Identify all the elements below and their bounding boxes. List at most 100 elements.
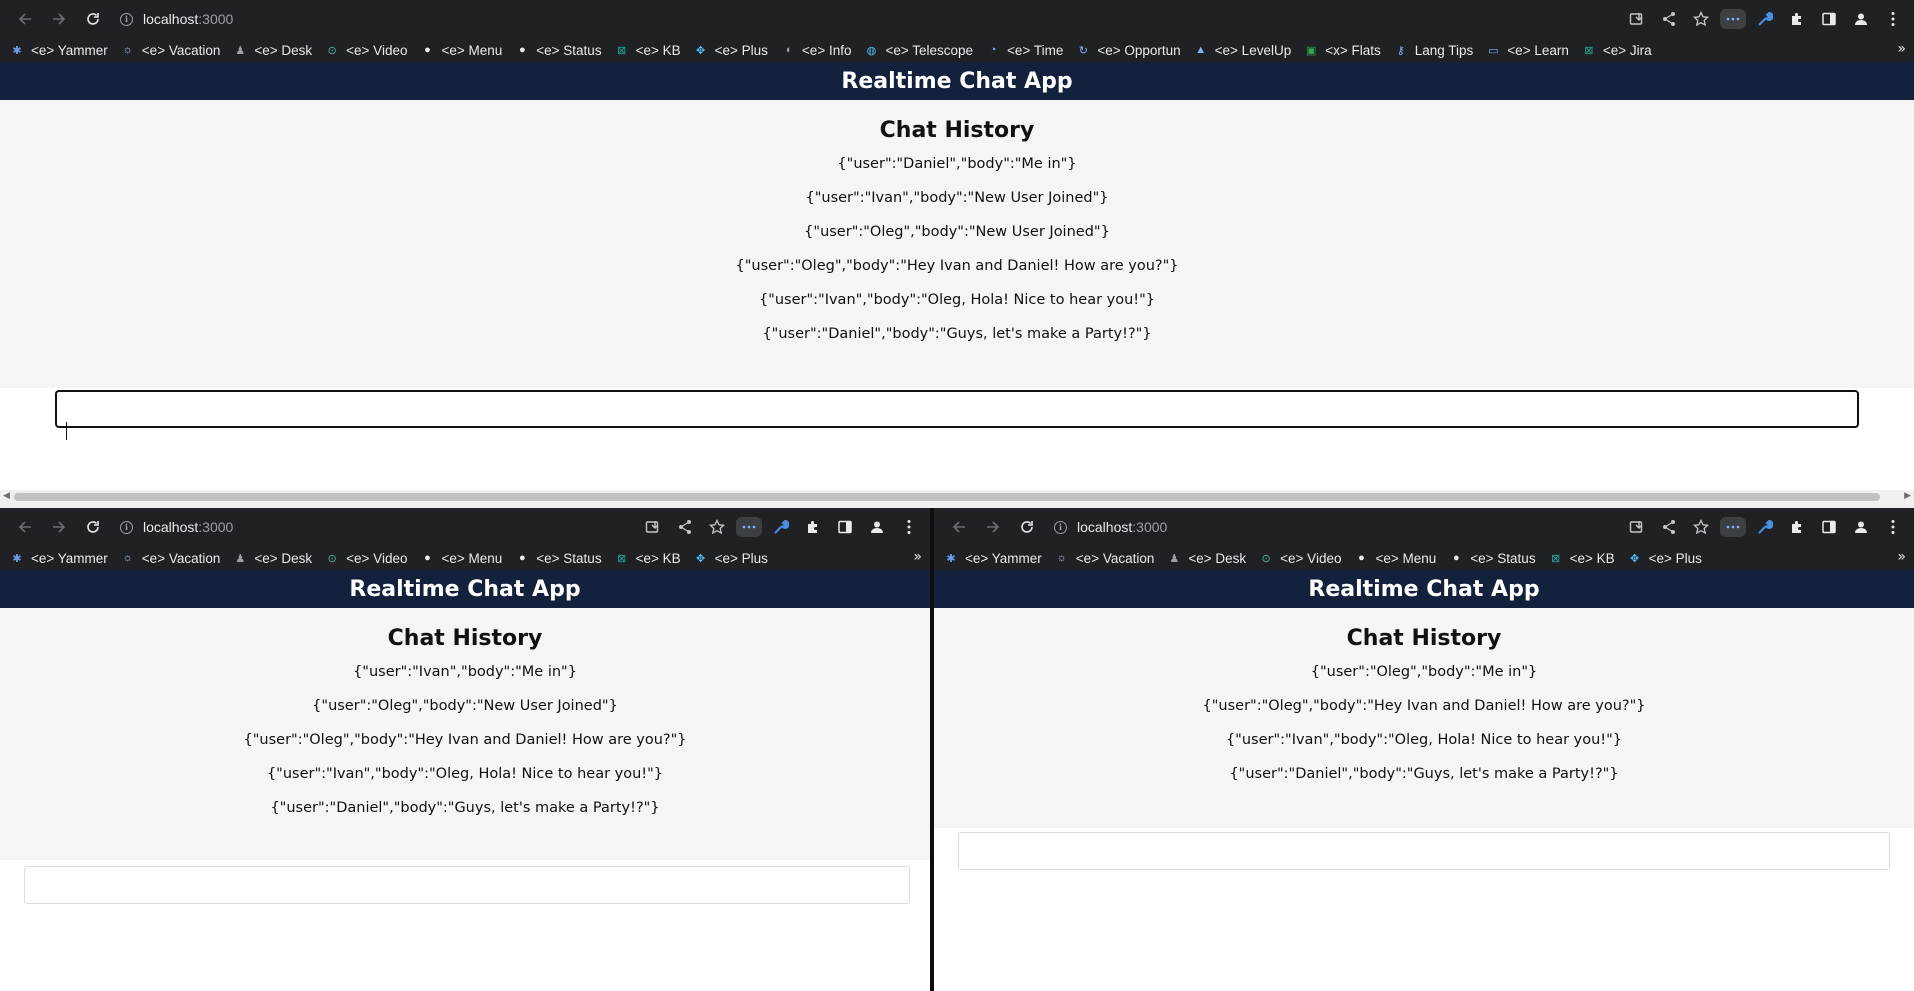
bookmark-item[interactable]: ♟ <e> Desk	[1167, 551, 1246, 566]
devtools-extension-button[interactable]	[1750, 512, 1780, 542]
extension-pill-button[interactable]	[734, 512, 764, 542]
play-icon: ⊙	[327, 552, 337, 565]
bookmark-item[interactable]: ✥ <e> Plus	[694, 551, 768, 566]
horizontal-scrollbar[interactable]: ◀ ▶	[0, 490, 1914, 504]
share-button[interactable]	[1654, 512, 1684, 542]
share-button[interactable]	[1654, 4, 1684, 34]
yammer-icon: ✱	[12, 44, 22, 57]
bookmark-label: Lang Tips	[1414, 42, 1474, 58]
profile-button[interactable]	[1846, 512, 1876, 542]
side-panel-button[interactable]	[1814, 4, 1844, 34]
bookmark-item[interactable]: ☼ <e> Vacation	[1055, 551, 1155, 566]
bookmark-item[interactable]: ● <e> Menu	[420, 551, 502, 566]
url-host: localhost	[143, 11, 199, 27]
browser-toolbar: localhost:3000	[0, 508, 930, 546]
share-button[interactable]	[670, 512, 700, 542]
bookmark-item[interactable]: ● <e> Menu	[1354, 551, 1436, 566]
profile-button[interactable]	[862, 512, 892, 542]
bookmark-item[interactable]: ● <e> Status	[1449, 551, 1536, 566]
reload-button[interactable]	[76, 512, 110, 542]
bookmark-item[interactable]: ◍ <e> Telescope	[864, 43, 973, 58]
devtools-extension-button[interactable]	[1750, 4, 1780, 34]
address-bar[interactable]: localhost:3000	[120, 5, 1622, 33]
bookmarks-overflow-button[interactable]: »	[1897, 549, 1906, 565]
message-input[interactable]	[55, 390, 1859, 428]
scroll-right-icon[interactable]: ▶	[1904, 491, 1911, 501]
bookmark-star-button[interactable]	[1686, 4, 1716, 34]
bookmark-item[interactable]: ⊠ <e> KB	[615, 43, 681, 58]
chat-message: {"user":"Ivan","body":"Oleg, Hola! Nice …	[266, 766, 664, 782]
bookmark-item[interactable]: ⊙ <e> Video	[325, 43, 408, 58]
back-button[interactable]	[942, 512, 976, 542]
chat-history-heading: Chat History	[879, 118, 1035, 143]
bookmark-item[interactable]: ⊙ <e> Video	[1259, 551, 1342, 566]
reload-button[interactable]	[1010, 512, 1044, 542]
bookmarks-overflow-button[interactable]: »	[913, 549, 922, 565]
bookmarks-overflow-button[interactable]: »	[1897, 41, 1906, 57]
devtools-extension-button[interactable]	[766, 512, 796, 542]
bookmark-item[interactable]: ● <e> Menu	[420, 43, 502, 58]
extensions-button[interactable]	[1782, 512, 1812, 542]
bookmark-item[interactable]: ⊠ <e> Jira	[1582, 43, 1651, 58]
back-button[interactable]	[8, 4, 42, 34]
excel-icon: ▣	[1306, 44, 1317, 57]
info-icon[interactable]	[120, 12, 133, 26]
forward-button[interactable]	[42, 4, 76, 34]
bookmark-item[interactable]: ▲ <e> LevelUp	[1194, 43, 1291, 58]
reload-button[interactable]	[76, 4, 110, 34]
side-panel-button[interactable]	[1814, 512, 1844, 542]
install-button[interactable]	[638, 512, 668, 542]
bookmark-item[interactable]: ● <e> Status	[515, 43, 602, 58]
bookmark-item[interactable]: ◔ <e> Time	[986, 43, 1064, 58]
profile-icon	[1855, 521, 1867, 533]
menu-button[interactable]	[1878, 512, 1908, 542]
bookmark-item[interactable]: ☼ <e> Vacation	[121, 43, 221, 58]
menu-button[interactable]	[894, 512, 924, 542]
bookmark-item[interactable]: ✱ <e> Yammer	[944, 551, 1041, 566]
chat-message: {"user":"Daniel","body":"Me in"}	[837, 156, 1077, 172]
bookmark-item[interactable]: ⊙ <e> Video	[325, 551, 408, 566]
forward-button[interactable]	[976, 512, 1010, 542]
bookmark-item[interactable]: ⚷ Lang Tips	[1394, 43, 1474, 58]
extension-pill-button[interactable]	[1718, 4, 1748, 34]
message-input[interactable]	[958, 832, 1890, 870]
message-input[interactable]	[24, 866, 910, 904]
bookmark-item[interactable]: ▣ <x> Flats	[1304, 43, 1381, 58]
address-bar[interactable]: localhost:3000	[120, 513, 638, 541]
install-button[interactable]	[1622, 4, 1652, 34]
bookmark-label: <e> Vacation	[141, 550, 221, 566]
bookmark-item[interactable]: ▭ <e> Learn	[1486, 43, 1569, 58]
bookmark-star-button[interactable]	[1686, 512, 1716, 542]
bookmark-item[interactable]: ♟ <e> Desk	[233, 551, 312, 566]
bookmark-item[interactable]: ↻ <e> Opportun	[1076, 43, 1181, 58]
bookmark-item[interactable]: ✥ <e> Plus	[694, 43, 768, 58]
sun-icon: ☼	[122, 44, 133, 56]
forward-button[interactable]	[42, 512, 76, 542]
bookmark-item[interactable]: ✱ <e> Yammer	[10, 551, 107, 566]
extensions-button[interactable]	[798, 512, 828, 542]
bookmark-item[interactable]: ♟ <e> Desk	[233, 43, 312, 58]
info-icon[interactable]	[120, 520, 133, 534]
scroll-left-icon[interactable]: ◀	[3, 491, 10, 501]
profile-button[interactable]	[1846, 4, 1876, 34]
scrollbar-thumb[interactable]	[14, 493, 1880, 501]
address-bar[interactable]: localhost:3000	[1054, 513, 1622, 541]
chat-message: {"user":"Ivan","body":"New User Joined"}	[805, 190, 1109, 206]
extension-pill-button[interactable]	[1718, 512, 1748, 542]
bookmark-item[interactable]: ● <e> Status	[515, 551, 602, 566]
laptop-icon: ▭	[1488, 44, 1499, 57]
bookmark-star-button[interactable]	[702, 512, 732, 542]
menu-button[interactable]	[1878, 4, 1908, 34]
info-icon[interactable]	[1054, 520, 1067, 534]
bookmark-item[interactable]: ⊠ <e> KB	[615, 551, 681, 566]
bookmark-item[interactable]: ⊠ <e> KB	[1549, 551, 1615, 566]
install-button[interactable]	[1622, 512, 1652, 542]
back-button[interactable]	[8, 512, 42, 542]
bookmark-item[interactable]: ✱ <e> Yammer	[10, 43, 107, 58]
extensions-button[interactable]	[1782, 4, 1812, 34]
play-icon: ⊙	[327, 44, 337, 57]
bookmark-item[interactable]: ◖ <e> Info	[781, 43, 852, 58]
side-panel-button[interactable]	[830, 512, 860, 542]
bookmark-item[interactable]: ✥ <e> Plus	[1628, 551, 1702, 566]
bookmark-item[interactable]: ☼ <e> Vacation	[121, 551, 221, 566]
